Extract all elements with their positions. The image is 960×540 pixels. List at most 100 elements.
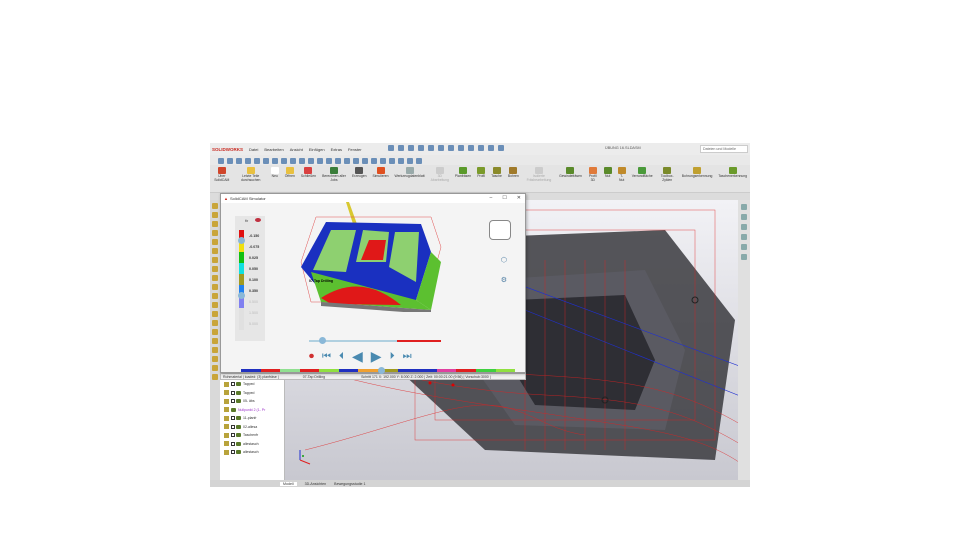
- ribbon-button[interactable]: 3D Abarbeitung: [431, 167, 449, 182]
- ribbon-label: Profil 3D: [588, 174, 597, 182]
- play-backward-button[interactable]: ◀: [352, 348, 363, 365]
- tree-item[interactable]: 02-allesa: [220, 423, 284, 432]
- tree-item[interactable]: 05- äbs: [220, 397, 284, 406]
- operation-timeline[interactable]: [241, 367, 516, 374]
- checkbox[interactable]: [231, 416, 235, 421]
- ribbon-button[interactable]: Gewindefräsen: [559, 167, 582, 179]
- ribbon-icon: [405, 167, 414, 174]
- pin-icon[interactable]: [498, 145, 504, 151]
- ribbon-label: Schließen: [300, 174, 316, 178]
- menu-2[interactable]: Ansicht: [290, 147, 303, 152]
- file-props-icon[interactable]: [478, 145, 484, 151]
- ribbon-button[interactable]: Profil 3D: [588, 167, 598, 182]
- ribbon-button[interactable]: Bohrungserkennung: [682, 167, 712, 179]
- tab-2[interactable]: Bewegungsstudie 1: [334, 482, 365, 486]
- tab-0[interactable]: Modell: [280, 481, 297, 486]
- resources-icon[interactable]: [741, 204, 747, 210]
- redo-icon[interactable]: [448, 145, 454, 151]
- ribbon-button[interactable]: Tasche: [491, 167, 502, 179]
- select-icon[interactable]: [458, 145, 464, 151]
- ribbon-button[interactable]: Über SolidCAM: [213, 167, 231, 182]
- ribbon-icon: [270, 167, 279, 174]
- explorer-icon[interactable]: [741, 224, 747, 230]
- step-forward-button[interactable]: ⏵: [390, 351, 395, 362]
- new-icon[interactable]: [398, 145, 404, 151]
- fx-icon[interactable]: fx: [245, 218, 248, 223]
- view-reset-icon[interactable]: ⬡: [501, 256, 507, 264]
- go-to-start-button[interactable]: ⏮: [322, 351, 331, 362]
- ribbon-label: Planfräsen: [454, 174, 472, 178]
- checkbox[interactable]: [231, 424, 235, 429]
- options-icon[interactable]: [488, 145, 494, 151]
- ribbon-button[interactable]: Nut: [603, 167, 612, 179]
- tree-item[interactable]: 11-planfr: [220, 414, 284, 423]
- title-bar: SOLIDWORKS Datei Bearbeiten Ansicht Einfüge…: [210, 143, 750, 155]
- menu-0[interactable]: Datei: [249, 147, 258, 152]
- appearances-icon[interactable]: [741, 244, 747, 250]
- maximize-button[interactable]: ☐: [502, 195, 506, 201]
- home-icon[interactable]: [388, 145, 394, 151]
- checkbox[interactable]: [231, 441, 235, 446]
- lower-threshold-handle[interactable]: [238, 292, 245, 299]
- checkbox[interactable]: [231, 382, 235, 387]
- upper-threshold-handle[interactable]: [238, 237, 245, 244]
- ribbon-button[interactable]: Berechnen aller Jobs: [322, 167, 346, 182]
- bottom-tabs: Modell 3D-Ansichten Bewegungsstudie 1: [210, 480, 750, 487]
- checkbox[interactable]: [231, 433, 235, 438]
- playback-controls: ⏺ ⏮ ⏴ ◀ ▶ ⏵ ⏭: [309, 348, 412, 365]
- ribbon-button[interactable]: Taschenerkennung: [718, 167, 747, 179]
- ribbon-button[interactable]: Isolierte Fräsbearbeitung: [525, 167, 553, 182]
- ribbon-button[interactable]: Planfräsen: [455, 167, 471, 179]
- ribbon-button[interactable]: Öffnen: [285, 167, 295, 179]
- ribbon-label: Berechnen aller Jobs: [322, 174, 346, 182]
- menu-5[interactable]: Fenster: [348, 147, 362, 152]
- checkbox[interactable]: [231, 399, 235, 404]
- traffic-light-icon[interactable]: [468, 145, 474, 151]
- timeline-handle[interactable]: [378, 367, 385, 374]
- menu-3[interactable]: Einfügen: [309, 147, 325, 152]
- view-cube[interactable]: [489, 220, 511, 240]
- ribbon-button[interactable]: Toolbox-Zyklen: [659, 167, 676, 182]
- settings-gear-icon[interactable]: ⚙: [501, 276, 507, 284]
- menu-4[interactable]: Extras: [331, 147, 342, 152]
- record-button[interactable]: ⏺: [309, 351, 314, 362]
- open-icon[interactable]: [408, 145, 414, 151]
- tab-1[interactable]: 3D-Ansichten: [305, 482, 327, 486]
- view-palette-icon[interactable]: [741, 234, 747, 240]
- menu-1[interactable]: Bearbeiten: [264, 147, 283, 152]
- ribbon-button[interactable]: Werkzeugdatenblatt: [395, 167, 425, 179]
- ribbon-button[interactable]: Schließen: [301, 167, 316, 179]
- tree-item[interactable]: Taschenfr: [220, 431, 284, 440]
- eye-icon[interactable]: [255, 218, 261, 222]
- tree-item[interactable]: Tapped: [220, 389, 284, 398]
- speed-slider[interactable]: [309, 337, 441, 344]
- minimize-button[interactable]: –: [490, 195, 493, 201]
- checkbox[interactable]: [231, 390, 235, 395]
- undo-icon[interactable]: [438, 145, 444, 151]
- print-icon[interactable]: [428, 145, 434, 151]
- checkbox[interactable]: [231, 450, 235, 455]
- play-forward-button[interactable]: ▶: [371, 348, 382, 365]
- ribbon-button[interactable]: Neu: [270, 167, 279, 179]
- legend-value: 1.500: [249, 311, 258, 315]
- ribbon-button[interactable]: Erzeugen: [352, 167, 367, 179]
- close-button[interactable]: ✕: [517, 195, 521, 201]
- ribbon-label: Öffnen: [284, 174, 295, 178]
- ribbon-button[interactable]: Simulieren: [373, 167, 389, 179]
- go-to-end-button[interactable]: ⏭: [403, 351, 412, 362]
- tree-item[interactable]: allestasch: [220, 440, 284, 449]
- ribbon-button[interactable]: Profil: [477, 167, 486, 179]
- library-icon[interactable]: [741, 214, 747, 220]
- ribbon-button[interactable]: Bohren: [508, 167, 519, 179]
- ribbon-button[interactable]: Verrundfläche: [632, 167, 653, 179]
- step-back-button[interactable]: ⏴: [339, 351, 344, 362]
- save-icon[interactable]: [418, 145, 424, 151]
- solidcam-icon: ▲: [224, 196, 228, 201]
- ribbon-button[interactable]: T-Nut: [617, 167, 626, 182]
- custom-props-icon[interactable]: [741, 254, 747, 260]
- search-input[interactable]: Dateien und Modelle: [700, 145, 748, 153]
- tree-item[interactable]: allestasch: [220, 448, 284, 457]
- tree-item[interactable]: Nullpunkt 2 (1- Pr: [220, 406, 284, 415]
- ribbon-button[interactable]: Letzte Teile durchsuchen: [237, 167, 265, 182]
- tree-item[interactable]: Tapped: [220, 380, 284, 389]
